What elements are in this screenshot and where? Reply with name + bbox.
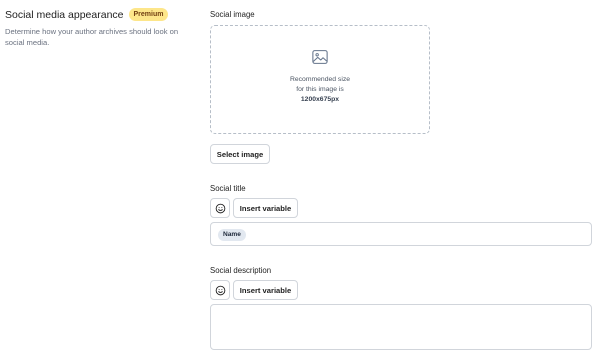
section-heading-row: Social media appearance Premium xyxy=(5,8,195,21)
social-title-input[interactable]: Name xyxy=(210,222,592,246)
social-title-emoji-button[interactable] xyxy=(210,198,230,218)
social-description-insert-variable-button[interactable]: Insert variable xyxy=(233,280,298,300)
social-description-input[interactable] xyxy=(210,304,592,350)
smiley-icon xyxy=(215,285,225,295)
recommended-size-value: 1200x675px xyxy=(300,96,340,103)
select-image-button[interactable]: Select image xyxy=(210,144,270,164)
smiley-icon xyxy=(215,203,225,213)
section-title: Social media appearance xyxy=(5,8,124,21)
recommended-size-line-2: for this image is xyxy=(296,86,344,93)
social-title-insert-variable-button[interactable]: Insert variable xyxy=(233,198,298,218)
social-image-dropzone[interactable]: Recommended size for this image is 1200x… xyxy=(210,25,430,134)
image-icon xyxy=(312,50,328,64)
social-image-label: Social image xyxy=(210,10,255,19)
social-description-label: Social description xyxy=(210,266,272,275)
section-description: Determine how your author archives shoul… xyxy=(5,27,179,47)
name-variable-chip[interactable]: Name xyxy=(218,229,246,241)
social-description-emoji-button[interactable] xyxy=(210,280,230,300)
premium-badge: Premium xyxy=(128,8,169,21)
social-title-label: Social title xyxy=(210,184,246,193)
recommended-size-line-1: Recommended size xyxy=(289,76,351,83)
section-intro: Social media appearance Premium Determin… xyxy=(5,8,195,48)
